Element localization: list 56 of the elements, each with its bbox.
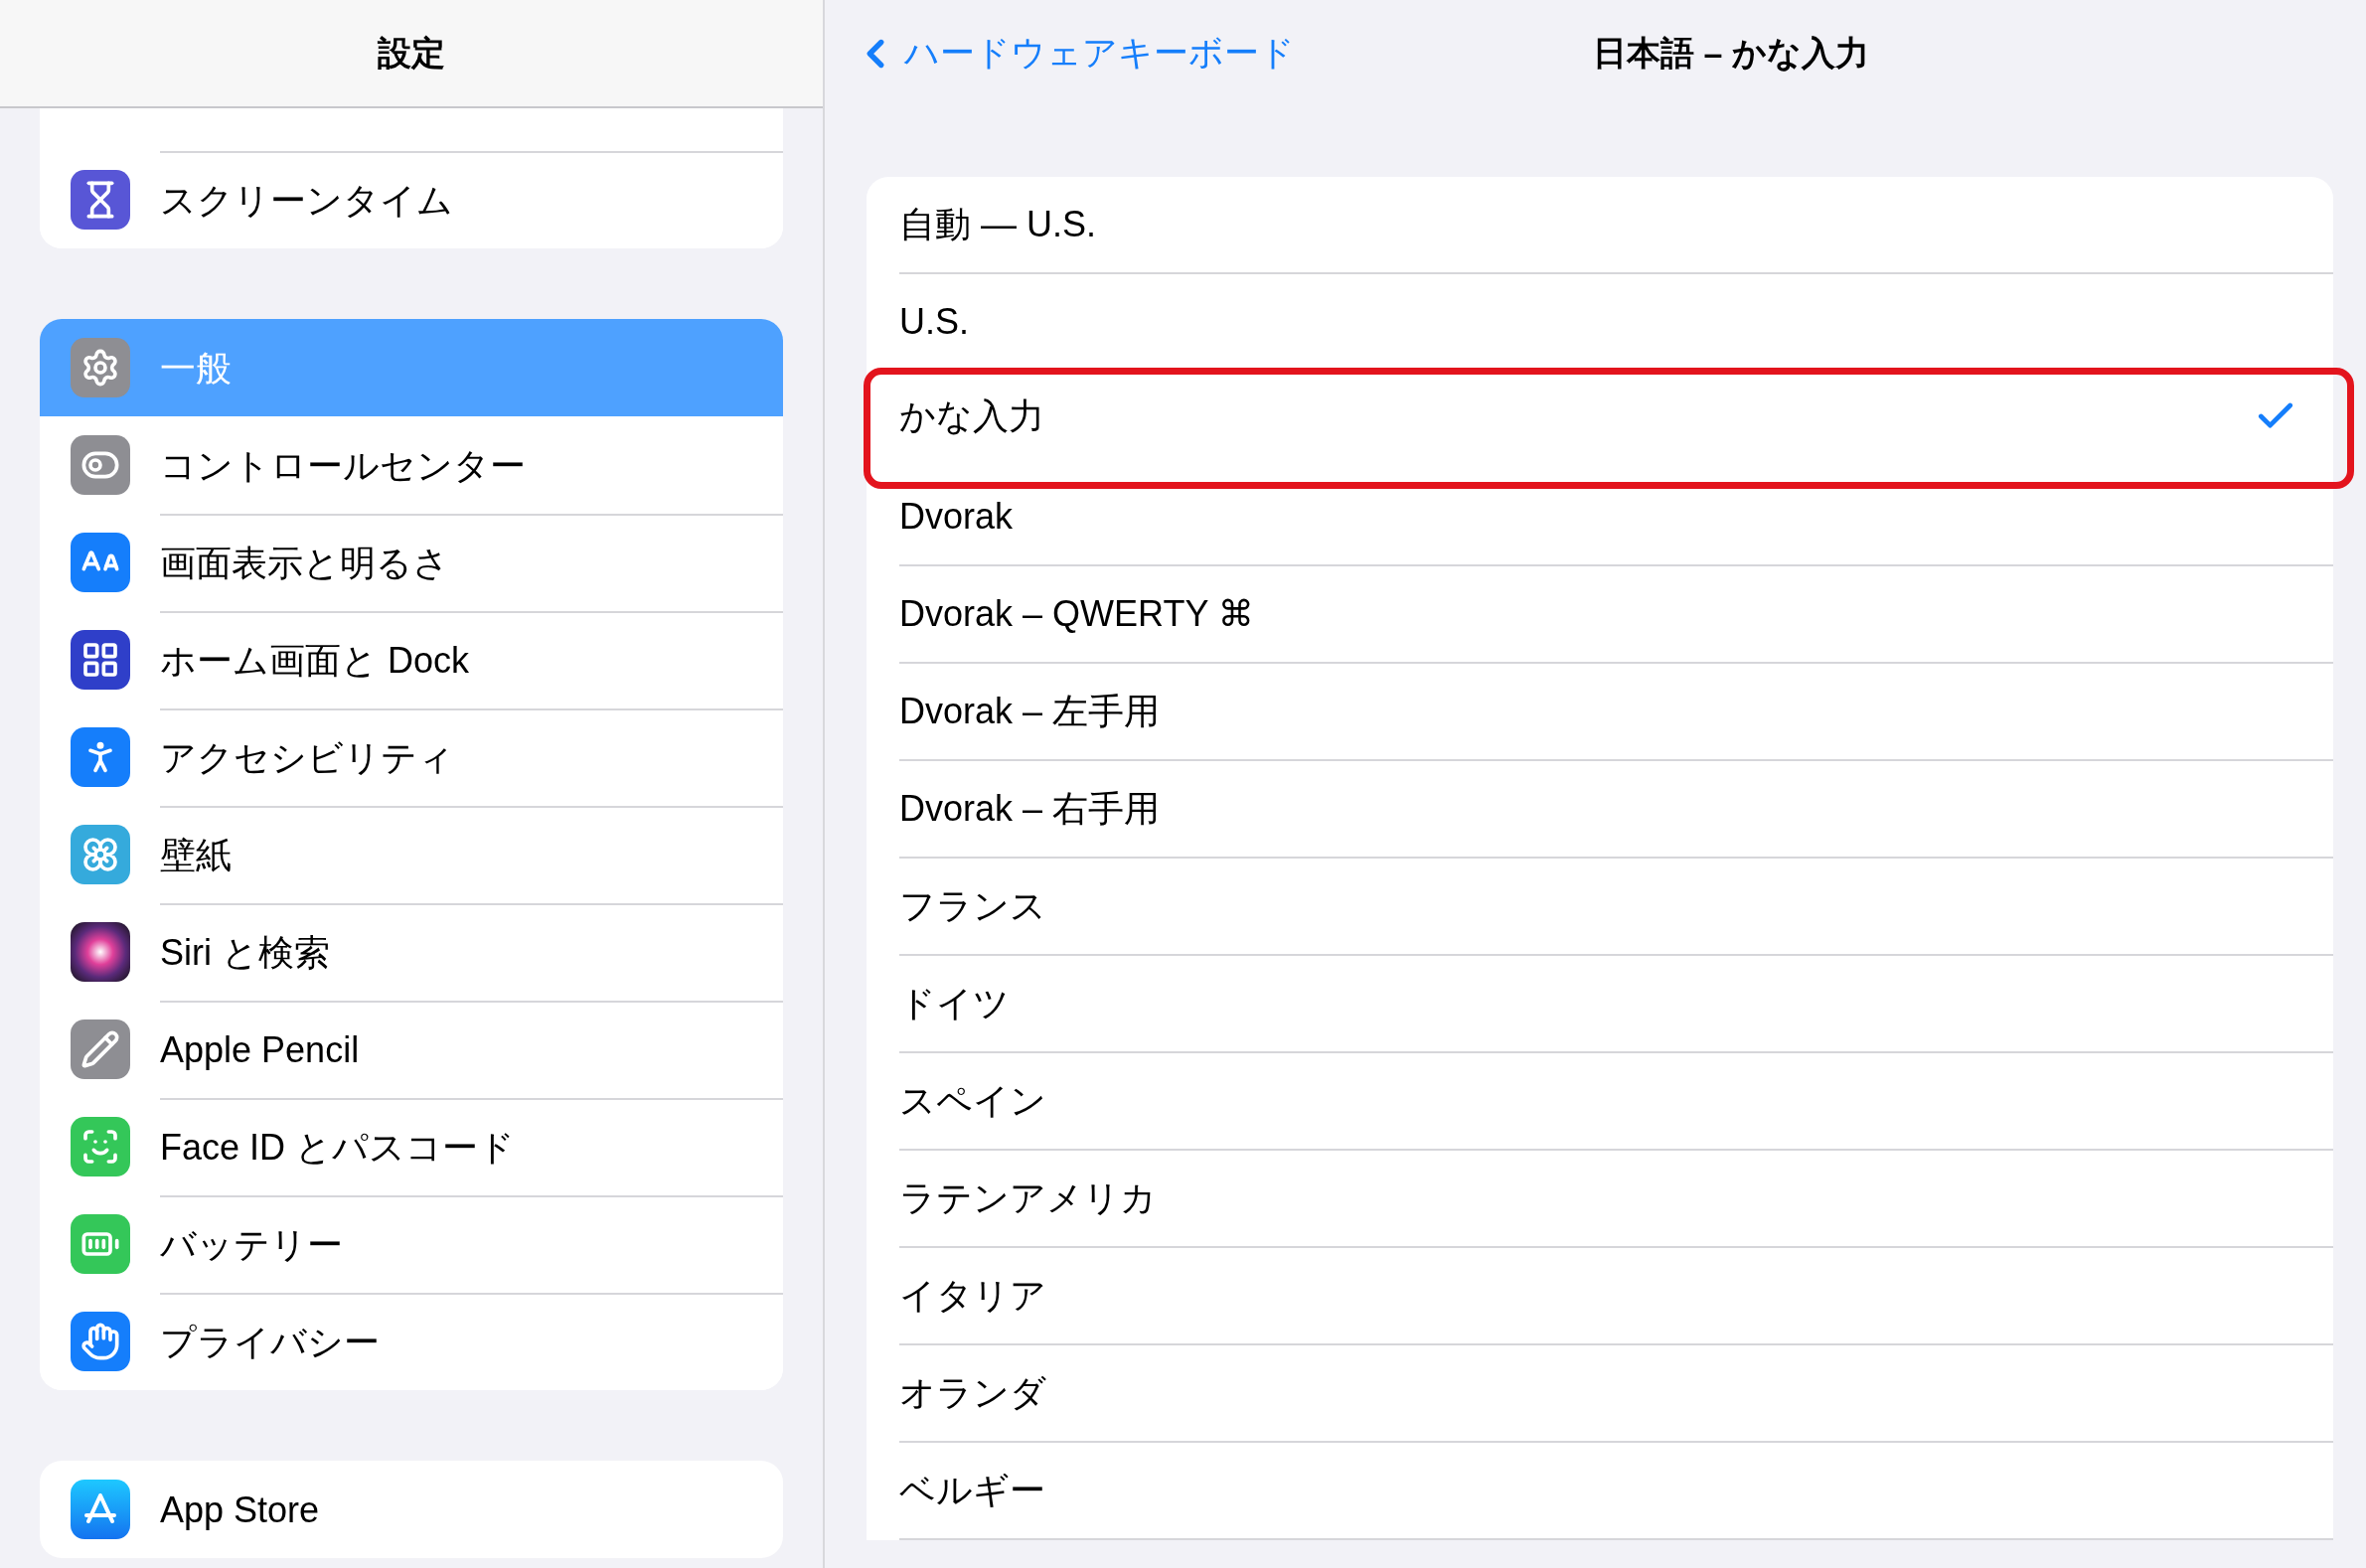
sidebar-item-label: 一般 [160, 346, 232, 391]
layout-label: スペイン [899, 1078, 1047, 1123]
face-scan-icon [71, 1117, 130, 1176]
layout-label: オランダ [899, 1370, 1047, 1415]
page-title: 日本語 – かな入力 [1593, 32, 1869, 74]
layout-option[interactable]: ベルギー [899, 1443, 2333, 1540]
layout-label: Dvorak – QWERTY ⌘ [899, 593, 1255, 635]
layout-option[interactable]: Dvorak – QWERTY ⌘ [899, 566, 2333, 664]
hand-icon [71, 1312, 130, 1371]
layout-label: ベルギー [899, 1468, 1046, 1512]
layout-option[interactable]: オランダ [899, 1345, 2333, 1443]
layout-option[interactable]: Dvorak [899, 469, 2333, 566]
sidebar-item-label: 壁紙 [160, 833, 232, 877]
layout-label: Dvorak – 右手用 [899, 786, 1162, 831]
sidebar-title: 設定 [378, 32, 445, 74]
sidebar-item-label: 画面表示と明るさ [160, 541, 449, 585]
toggle-icon [71, 435, 130, 495]
person-icon [71, 727, 130, 787]
sidebar-item-label: プライバシー [160, 1320, 380, 1364]
layout-option[interactable]: フランス [899, 859, 2333, 956]
sidebar-item-label: Apple Pencil [160, 1029, 360, 1071]
layout-label: Dvorak [899, 496, 1015, 538]
text-size-icon [71, 533, 130, 592]
layout-option[interactable]: ラテンアメリカ [899, 1151, 2333, 1248]
sidebar-item-label: アクセシビリティ [160, 735, 454, 780]
sidebar-item-label: App Store [160, 1490, 320, 1531]
sidebar-item-label: スクリーンタイム [160, 178, 453, 223]
gear-icon [71, 338, 130, 397]
app-store-icon [71, 1480, 130, 1539]
layout-option[interactable]: Dvorak – 右手用 [899, 761, 2333, 859]
sidebar-item-label: バッテリー [160, 1222, 343, 1267]
layout-label: 自動 — U.S. [899, 202, 1098, 246]
sidebar-item-label: Face ID とパスコード [160, 1125, 516, 1170]
layout-option[interactable]: かな入力 [864, 368, 2354, 489]
layout-label: イタリア [899, 1273, 1047, 1318]
layout-label: U.S. [899, 301, 970, 343]
layout-option[interactable]: ドイツ [899, 956, 2333, 1053]
hourglass-icon [71, 170, 130, 230]
layout-option[interactable]: イタリア [899, 1248, 2333, 1345]
layout-option[interactable]: U.S. [899, 274, 2333, 372]
layout-label: ラテンアメリカ [899, 1176, 1158, 1220]
sidebar-item-label: Siri と検索 [160, 930, 330, 975]
sidebar-item-label: ホーム画面と Dock [160, 638, 470, 683]
layout-label: Dvorak – 左手用 [899, 689, 1162, 733]
pencil-icon [71, 1019, 130, 1079]
layout-option[interactable]: スペイン [899, 1053, 2333, 1151]
layout-label: フランス [899, 883, 1047, 928]
orb-icon [71, 922, 130, 982]
battery-icon [71, 1214, 130, 1274]
flower-icon [71, 825, 130, 884]
layout-label: ドイツ [899, 981, 1011, 1025]
layout-option[interactable]: 自動 — U.S. [899, 177, 2333, 274]
sidebar-item-label: コントロールセンター [160, 443, 526, 488]
layout-label: かな入力 [899, 393, 1045, 438]
layout-option[interactable]: Dvorak – 左手用 [899, 664, 2333, 761]
grid-icon [71, 630, 130, 690]
